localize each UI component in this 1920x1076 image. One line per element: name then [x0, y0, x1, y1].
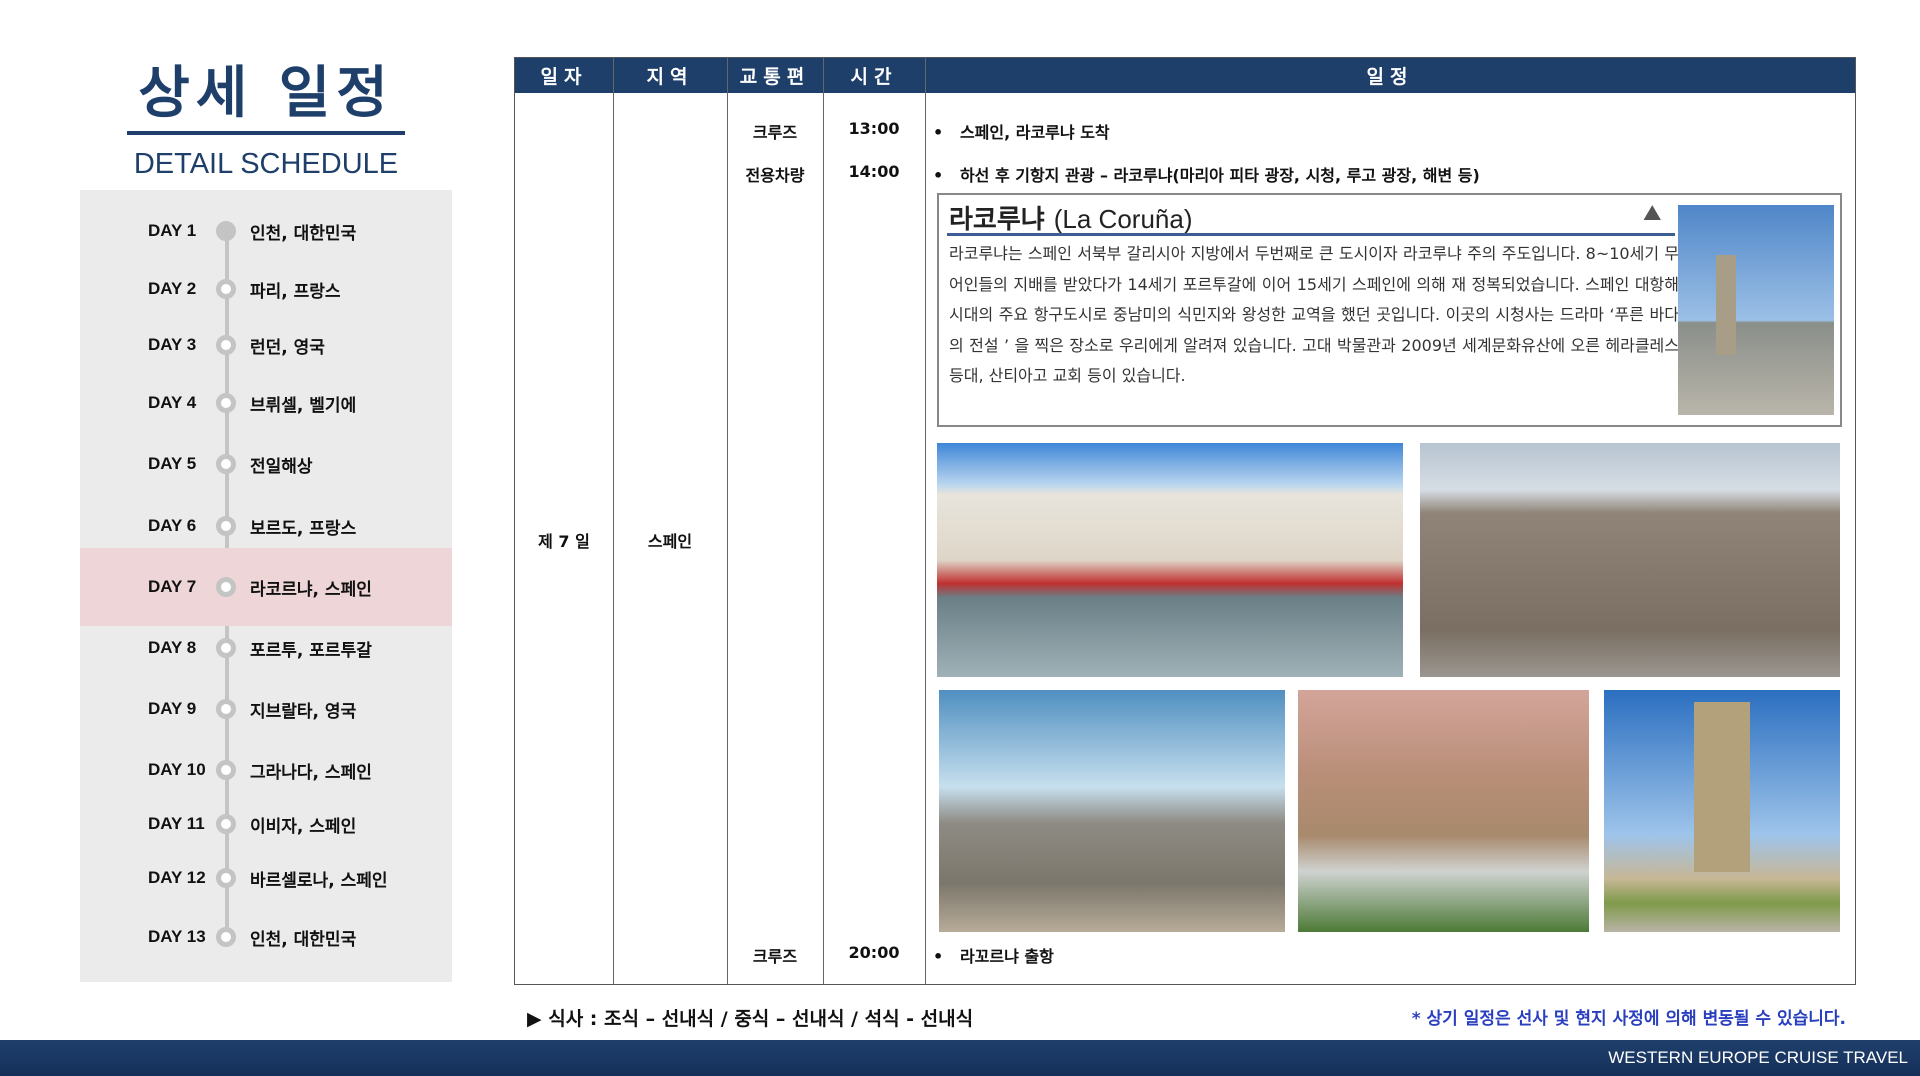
timeline-dot-icon	[216, 221, 236, 241]
menhirs-photo	[939, 690, 1285, 932]
sidebar-day-2[interactable]: DAY 2 파리, 프랑스	[80, 269, 452, 309]
day-city: 브뤼셀, 벨기에	[250, 395, 357, 416]
sidebar-day-12[interactable]: DAY 12 바르셀로나, 스페인	[80, 858, 452, 898]
plan-item: • 라꼬르냐 출항	[933, 947, 1054, 966]
day-label: DAY 5	[148, 454, 197, 473]
info-title: 라코루냐 (La Coruña)	[949, 199, 1192, 236]
timeline-dot-icon	[216, 454, 236, 474]
mountain-icon: ⛰	[1643, 201, 1662, 226]
day-city: 런던, 영국	[250, 337, 325, 358]
header-time: 시간	[823, 58, 925, 93]
header-plan: 일정	[925, 58, 1855, 93]
timeline-dot-icon	[216, 279, 236, 299]
plan-text: 하선 후 기항지 관광 – 라코루냐(마리아 피타 광장, 시청, 루고 광장,…	[959, 166, 1480, 185]
meals-info: ▶ 식사 : 조식 – 선내식 / 중식 – 선내식 / 석식 - 선내식	[527, 1008, 974, 1030]
brand-text: WESTERN EUROPE CRUISE TRAVEL	[1608, 1048, 1908, 1067]
day-label: DAY 3	[148, 335, 197, 354]
sidebar-day-10[interactable]: DAY 10 그라나다, 스페인	[80, 750, 452, 790]
city-info-box: 라코루냐 (La Coruña) ⛰ 라코루냐는 스페인 서북부 갈리시아 지방…	[937, 193, 1842, 427]
day-label: DAY 4	[148, 393, 197, 412]
transport-cell: 전용차량	[745, 166, 805, 185]
sidebar-day-3[interactable]: DAY 3 런던, 영국	[80, 325, 452, 365]
day-city: 바르셀로나, 스페인	[250, 870, 388, 891]
sidebar-day-4[interactable]: DAY 4 브뤼셀, 벨기에	[80, 383, 452, 423]
column-divider	[727, 58, 728, 984]
column-divider	[925, 58, 926, 984]
transport-cell: 크루즈	[752, 123, 798, 142]
day-city: 파리, 프랑스	[250, 281, 341, 302]
day-label: DAY 12	[148, 868, 206, 887]
day-label: DAY 7	[148, 577, 197, 596]
timeline-dot-icon	[216, 927, 236, 947]
harbor-photo	[937, 443, 1403, 677]
day-city: 라코르냐, 스페인	[250, 579, 372, 600]
header-transport: 교통편	[727, 58, 823, 93]
page-subtitle: DETAIL SCHEDULE	[133, 148, 399, 180]
header-date: 일자	[515, 58, 613, 93]
sidebar-day-7[interactable]: DAY 7 라코르냐, 스페인	[80, 548, 452, 626]
timeline-dot-icon	[216, 760, 236, 780]
day-city: 그라나다, 스페인	[250, 762, 372, 783]
title-divider	[127, 131, 405, 135]
day-city: 전일해상	[250, 456, 313, 477]
day-label: DAY 10	[148, 760, 206, 779]
transport-cell: 크루즈	[752, 947, 798, 966]
sidebar-day-9[interactable]: DAY 9 지브랄타, 영국	[80, 689, 452, 729]
timeline-dot-icon	[216, 335, 236, 355]
sidebar-day-5[interactable]: DAY 5 전일해상	[80, 444, 452, 484]
day-city: 보르도, 프랑스	[250, 518, 357, 539]
day-city: 인천, 대한민국	[250, 929, 357, 950]
day-city: 인천, 대한민국	[250, 223, 357, 244]
timeline-dot-icon	[216, 638, 236, 658]
day-city: 이비자, 스페인	[250, 816, 357, 837]
timeline-dot-icon	[216, 868, 236, 888]
plan-item: • 스페인, 라코루냐 도착	[933, 123, 1110, 142]
day-label: DAY 6	[148, 516, 197, 535]
time-cell: 14:00	[848, 162, 900, 181]
day-label: DAY 11	[148, 814, 205, 833]
day-city: 포르투, 포르투갈	[250, 640, 372, 661]
sidebar-day-8[interactable]: DAY 8 포르투, 포르투갈	[80, 628, 452, 668]
hercules-tower-photo	[1604, 690, 1840, 932]
day-label: DAY 9	[148, 699, 197, 718]
sidebar-day-1[interactable]: DAY 1 인천, 대한민국	[80, 211, 452, 251]
plan-text: 스페인, 라코루냐 도착	[959, 123, 1110, 142]
timeline-dot-icon	[216, 516, 236, 536]
day-label: DAY 1	[148, 221, 197, 240]
day-label: DAY 13	[148, 927, 206, 946]
schedule-note: * 상기 일정은 선사 및 현지 사정에 의해 변동될 수 있습니다.	[1411, 1009, 1846, 1029]
plan-item: • 하선 후 기항지 관광 – 라코루냐(마리아 피타 광장, 시청, 루고 광…	[933, 166, 1480, 185]
info-title-ko: 라코루냐	[949, 205, 1045, 235]
plan-text: 라꼬르냐 출항	[959, 947, 1054, 966]
time-cell: 13:00	[848, 119, 900, 138]
timeline-dot-icon	[216, 393, 236, 413]
sidebar-day-13[interactable]: DAY 13 인천, 대한민국	[80, 917, 452, 957]
day-label: DAY 8	[148, 638, 197, 657]
page-title: 상세 일정	[138, 61, 394, 126]
sidebar-day-6[interactable]: DAY 6 보르도, 프랑스	[80, 506, 452, 546]
city-hall-photo	[1420, 443, 1840, 677]
info-description: 라코루냐는 스페인 서북부 갈리시아 지방에서 두번째로 큰 도시이자 라코루냐…	[949, 244, 1679, 385]
region-cell: 스페인	[647, 532, 693, 551]
timeline-dot-icon	[216, 577, 236, 597]
footer-band: WESTERN EUROPE CRUISE TRAVEL	[0, 1040, 1920, 1076]
cathedral-photo	[1298, 690, 1589, 932]
day-label: DAY 2	[148, 279, 197, 298]
header-region: 지역	[613, 58, 727, 93]
column-divider	[823, 58, 824, 984]
tower-photo-small	[1678, 205, 1834, 415]
info-title-en: (La Coruña)	[1053, 204, 1193, 234]
timeline-dot-icon	[216, 699, 236, 719]
day-cell: 제 7 일	[538, 532, 590, 551]
day-sidebar: DAY 1 인천, 대한민국 DAY 2 파리, 프랑스 DAY 3 런던, 영국 DAY …	[80, 190, 452, 982]
time-cell: 20:00	[848, 943, 900, 962]
info-divider	[947, 233, 1675, 236]
timeline-dot-icon	[216, 814, 236, 834]
column-divider	[613, 58, 614, 984]
day-city: 지브랄타, 영국	[250, 701, 357, 722]
sidebar-day-11[interactable]: DAY 11 이비자, 스페인	[80, 804, 452, 844]
